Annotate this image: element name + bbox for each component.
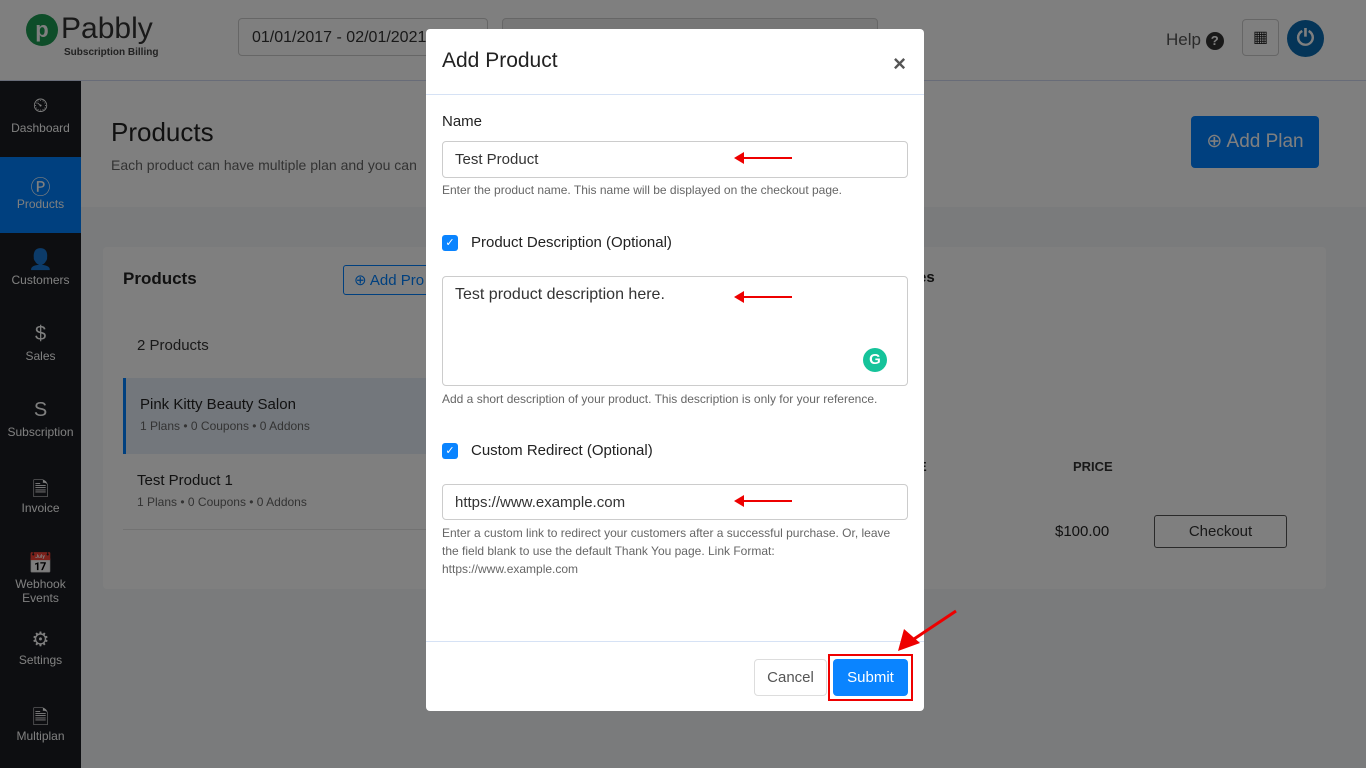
annotation-arrow-icon (734, 152, 792, 164)
redirect-label: Custom Redirect (Optional) (471, 442, 653, 459)
modal-title: Add Product (442, 49, 558, 72)
annotation-arrow-icon (734, 495, 792, 507)
annotation-highlight-box (828, 654, 913, 701)
add-product-modal: Add Product × Name Test Product Enter th… (426, 29, 924, 711)
name-label: Name (442, 113, 483, 130)
modal-footer-divider (426, 641, 924, 642)
grammarly-icon[interactable]: G (863, 348, 887, 372)
name-input[interactable]: Test Product (442, 141, 908, 178)
description-label: Product Description (Optional) (471, 234, 672, 251)
description-checkbox[interactable]: ✓ (442, 235, 458, 251)
name-hint: Enter the product name. This name will b… (442, 183, 843, 197)
redirect-hint: Enter a custom link to redirect your cus… (442, 526, 891, 576)
description-hint: Add a short description of your product.… (442, 392, 878, 406)
redirect-checkbox[interactable]: ✓ (442, 443, 458, 459)
cancel-button[interactable]: Cancel (754, 659, 827, 696)
description-textarea[interactable]: Test product description here. (442, 276, 908, 386)
annotation-arrow-icon (898, 609, 957, 651)
close-icon[interactable]: × (893, 51, 906, 77)
annotation-arrow-icon (734, 291, 792, 303)
redirect-input[interactable]: https://www.example.com (442, 484, 908, 520)
